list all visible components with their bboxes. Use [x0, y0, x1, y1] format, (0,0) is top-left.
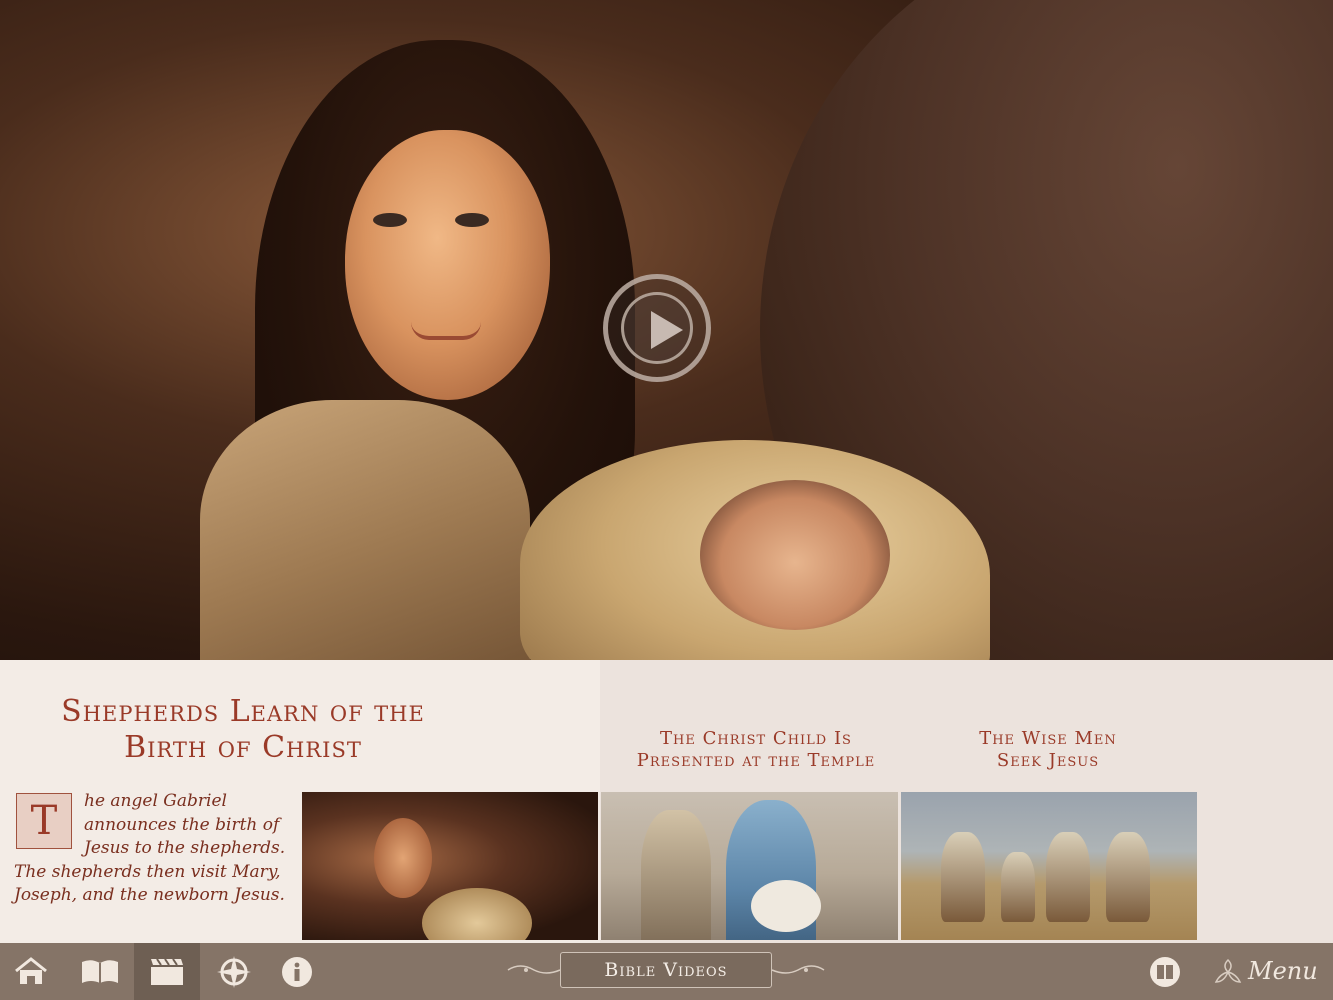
thumbnail-wise-men[interactable] — [901, 792, 1197, 940]
info-icon — [282, 957, 312, 987]
menu-ornament-icon — [1214, 958, 1242, 983]
related-title-wise-men[interactable]: The Wise Men Seek Jesus — [928, 728, 1168, 772]
menu-label: Menu — [1248, 957, 1318, 985]
library-button[interactable] — [67, 943, 129, 1000]
info-button[interactable] — [266, 943, 328, 1000]
mary-scarf — [200, 400, 530, 660]
video-description: he angel Gabriel announces the birth of … — [14, 791, 286, 905]
book-icon — [82, 960, 118, 983]
maps-button[interactable] — [202, 943, 264, 1000]
play-icon — [621, 292, 693, 364]
home-icon — [15, 957, 47, 984]
videos-button[interactable] — [134, 943, 200, 1000]
home-button[interactable] — [0, 943, 62, 1000]
video-title-line2: Birth of Christ — [124, 730, 362, 765]
related-title-temple[interactable]: The Christ Child Is Presented at the Tem… — [601, 728, 911, 772]
ornament-left-icon — [507, 965, 561, 974]
bible-icon — [1150, 957, 1180, 987]
thumbnail-shepherds[interactable] — [302, 792, 598, 940]
play-button[interactable] — [603, 274, 711, 382]
baby-jesus — [700, 480, 890, 630]
video-clapper-icon — [151, 958, 183, 985]
section-label: Bible Videos — [560, 952, 772, 988]
ornament-right-icon — [771, 965, 825, 974]
video-title-line1: Shepherds Learn of the — [61, 694, 425, 729]
mary-face — [345, 130, 550, 400]
thumbnail-temple[interactable] — [601, 792, 898, 940]
video-title: Shepherds Learn of the Birth of Christ — [0, 694, 486, 766]
bible-button[interactable] — [1134, 943, 1196, 1000]
compass-icon — [217, 956, 251, 988]
bible-videos-app: Shepherds Learn of the Birth of Christ T… — [0, 0, 1333, 1000]
menu-button[interactable]: Menu — [1212, 948, 1328, 994]
